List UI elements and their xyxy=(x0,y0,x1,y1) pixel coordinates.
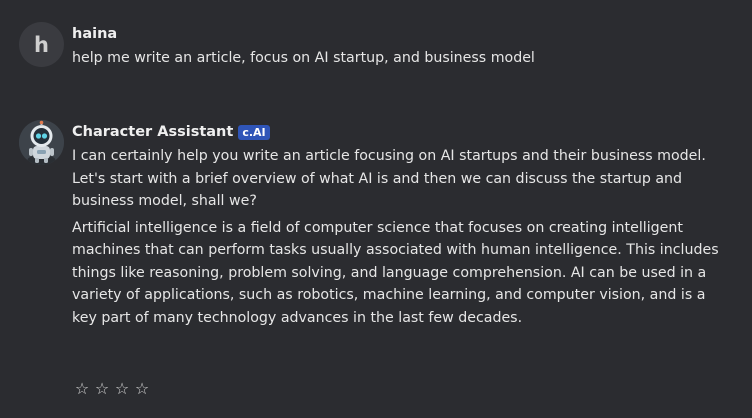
bot-avatar[interactable] xyxy=(19,120,64,165)
bot-message-content: Character Assistant c.AI I can certainly… xyxy=(72,123,732,329)
star-icon[interactable]: ☆ xyxy=(134,379,150,399)
rating-stars: ☆ ☆ ☆ ☆ xyxy=(74,379,150,399)
bot-name-row: Character Assistant c.AI xyxy=(72,123,732,141)
bot-paragraph-1: I can certainly help you write an articl… xyxy=(72,148,706,209)
star-icon[interactable]: ☆ xyxy=(74,379,90,399)
user-name: haina xyxy=(72,26,118,42)
star-icon[interactable]: ☆ xyxy=(94,379,110,399)
robot-icon xyxy=(19,120,64,165)
user-message-text: help me write an article, focus on AI st… xyxy=(72,50,535,66)
user-name-row: haina xyxy=(72,25,732,43)
bot-paragraph-2: Artificial intelligence is a field of co… xyxy=(72,219,719,326)
user-avatar-letter: h xyxy=(34,32,49,57)
star-icon[interactable]: ☆ xyxy=(114,379,130,399)
user-avatar[interactable]: h xyxy=(19,22,64,67)
chat-window: h haina help me write an article, focus … xyxy=(0,0,752,418)
user-message-content: haina help me write an article, focus on… xyxy=(72,25,732,70)
bot-name: Character Assistant xyxy=(72,124,234,140)
cai-badge: c.AI xyxy=(238,124,270,140)
